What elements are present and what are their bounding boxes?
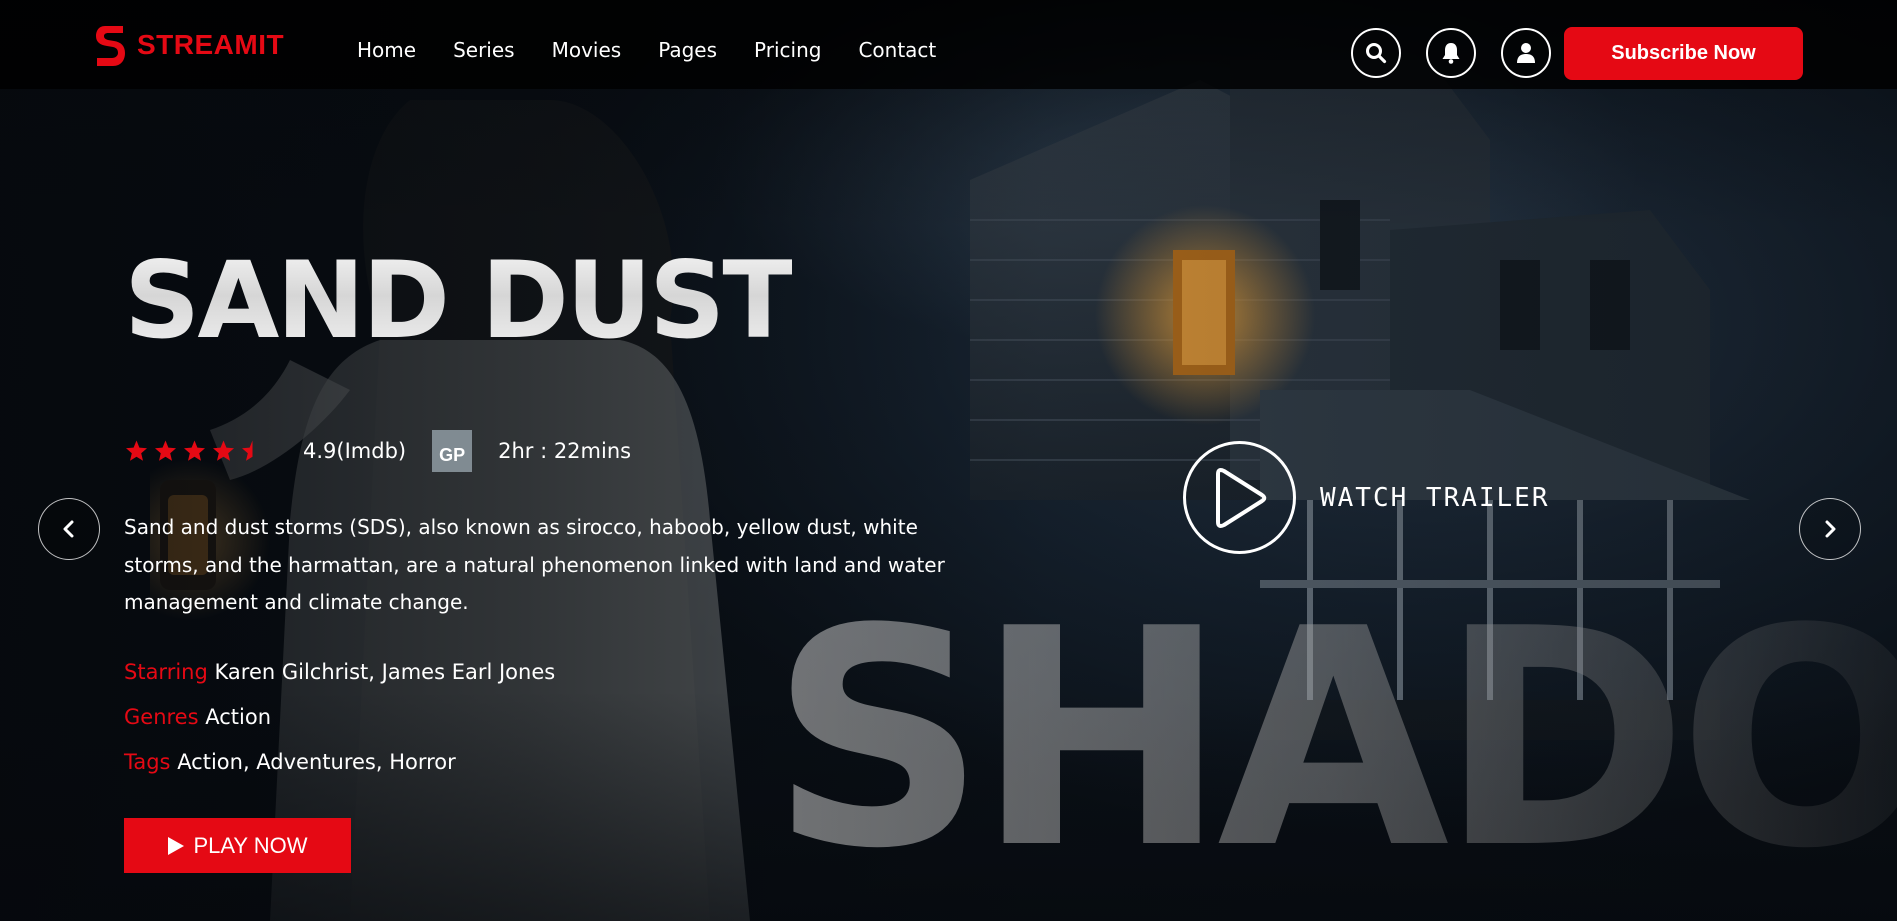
watch-trailer-control[interactable]: WATCH TRAILER — [1183, 441, 1550, 554]
play-outline-icon — [1215, 467, 1266, 528]
genres-value: Action — [205, 705, 272, 729]
brand-logo[interactable]: STREAMIT — [93, 22, 284, 68]
tags-line: Tags Action, Adventures, Horror — [124, 750, 456, 774]
play-now-label: PLAY NOW — [193, 832, 308, 858]
brand-name: STREAMIT — [137, 29, 285, 60]
chevron-left-icon — [63, 520, 74, 538]
tags-value: Action, Adventures, Horror — [177, 750, 456, 774]
background-title-word: SHADOW — [770, 590, 1897, 890]
star-half-icon — [242, 440, 253, 461]
movie-title: SAND DUST — [124, 239, 795, 362]
chevron-right-icon — [1825, 520, 1836, 538]
nav-item-pricing[interactable]: Pricing — [754, 38, 821, 62]
movie-duration: 2hr : 22mins — [498, 439, 632, 463]
watch-trailer-label: WATCH TRAILER — [1320, 482, 1550, 513]
star-rating — [124, 439, 265, 463]
age-rating-badge: GP — [432, 430, 473, 472]
bell-icon — [1442, 43, 1460, 64]
movie-description: Sand and dust storms (SDS), also known a… — [124, 515, 945, 614]
slider-next-button[interactable] — [1799, 498, 1861, 560]
nav-item-pages[interactable]: Pages — [658, 38, 717, 62]
subscribe-button[interactable]: Subscribe Now — [1564, 27, 1803, 80]
site-header: STREAMIT Home Series Movies Pages Pricin… — [0, 0, 1897, 89]
star-icon — [155, 440, 176, 461]
search-button[interactable] — [1351, 28, 1401, 78]
star-icon — [213, 440, 234, 461]
starring-value: Karen Gilchrist, James Earl Jones — [214, 660, 556, 684]
nav-item-series[interactable]: Series — [453, 38, 515, 62]
notifications-button[interactable] — [1426, 28, 1476, 78]
trailer-play-button[interactable] — [1183, 441, 1296, 554]
play-icon — [168, 836, 185, 855]
movie-meta: 4.9(Imdb) GP 2hr : 22mins — [124, 430, 631, 472]
user-icon — [1517, 43, 1535, 63]
starring-label: Starring — [124, 660, 208, 684]
play-now-button[interactable]: PLAY NOW — [124, 818, 351, 873]
slider-prev-button[interactable] — [38, 498, 100, 560]
starring-line: Starring Karen Gilchrist, James Earl Jon… — [124, 660, 555, 684]
star-icon — [184, 440, 205, 461]
tags-label: Tags — [124, 750, 171, 774]
nav-item-home[interactable]: Home — [357, 38, 416, 62]
account-button[interactable] — [1501, 28, 1551, 78]
imdb-rating: 4.9(Imdb) — [303, 439, 407, 463]
search-icon — [1366, 43, 1387, 64]
logo-s-icon — [96, 26, 125, 66]
nav-item-contact[interactable]: Contact — [858, 38, 936, 62]
genres-label: Genres — [124, 705, 199, 729]
main-nav: Home Series Movies Pages Pricing Contact — [357, 38, 936, 62]
star-icon — [126, 440, 147, 461]
nav-item-movies[interactable]: Movies — [552, 38, 622, 62]
genres-line: Genres Action — [124, 705, 271, 729]
